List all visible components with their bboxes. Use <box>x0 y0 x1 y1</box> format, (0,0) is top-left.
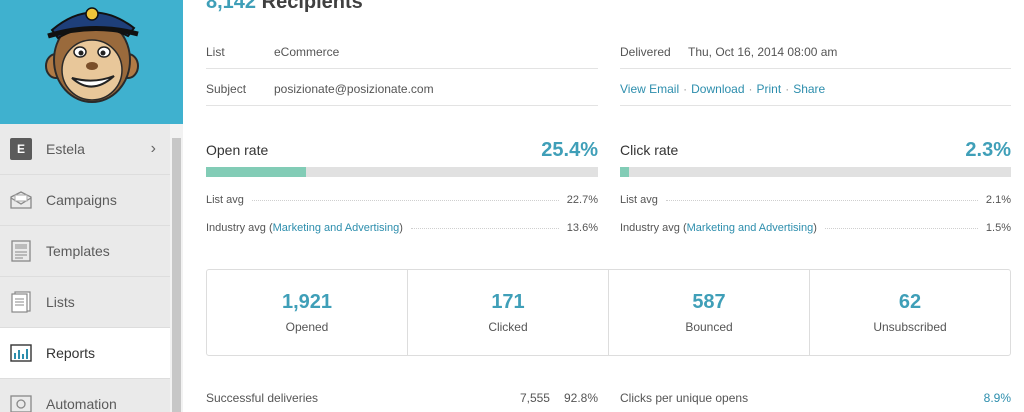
automation-icon <box>10 393 32 412</box>
open-industry-avg-row: Industry avg (Marketing and Advertising)… <box>206 218 598 238</box>
click-industry-avg-row: Industry avg (Marketing and Advertising)… <box>620 218 1011 238</box>
template-icon <box>10 240 32 262</box>
view-email-link[interactable]: View Email <box>620 82 679 96</box>
stat-label: Clicked <box>488 320 528 334</box>
stat-number: 587 <box>692 291 726 313</box>
account-name: Estela <box>46 141 85 157</box>
list-label: List <box>206 44 225 59</box>
account-badge: E <box>10 138 32 160</box>
click-list-avg-label: List avg <box>620 194 658 206</box>
open-industry-link[interactable]: Marketing and Advertising <box>273 222 400 234</box>
sidebar-scrollbar[interactable] <box>170 124 183 412</box>
recipients-label: Recipients <box>261 0 363 13</box>
click-rate-title: Click rate <box>620 142 679 158</box>
sidebar-item-templates[interactable]: Templates <box>0 226 170 277</box>
logo-area[interactable] <box>0 0 183 124</box>
click-list-avg-value: 2.1% <box>985 194 1011 206</box>
deliveries-row: Successful deliveries 7,555 92.8% <box>206 388 598 408</box>
download-link[interactable]: Download <box>691 82 744 96</box>
delivered-value: Thu, Oct 16, 2014 08:00 am <box>688 44 838 59</box>
stat-number: 1,921 <box>281 291 333 313</box>
scrollbar-thumb[interactable] <box>172 138 181 412</box>
open-rate-bar <box>206 167 598 177</box>
open-rate-value: 25.4% <box>541 139 598 161</box>
sidebar-nav: E Estela › Campaigns Templates Lists Rep… <box>0 124 170 412</box>
sidebar-item-label: Campaigns <box>46 192 117 208</box>
sidebar-item-automation[interactable]: Automation <box>0 379 170 412</box>
stat-unsubscribed[interactable]: 62 Unsubscribed <box>810 270 1010 355</box>
click-rate-value: 2.3% <box>965 139 1011 161</box>
stat-clicked[interactable]: 171 Clicked <box>408 270 609 355</box>
share-link[interactable]: Share <box>793 82 825 96</box>
open-rate-bar-fill <box>206 167 306 177</box>
stat-bounced[interactable]: 587 Bounced <box>609 270 810 355</box>
sidebar-item-campaigns[interactable]: Campaigns <box>0 175 170 226</box>
sidebar-item-reports[interactable]: Reports <box>0 328 170 379</box>
sidebar-item-label: Templates <box>46 243 110 259</box>
open-industry-avg-value: 13.6% <box>566 222 598 234</box>
envelope-icon <box>10 189 32 211</box>
list-icon <box>10 291 32 313</box>
open-list-avg-label: List avg <box>206 194 244 206</box>
freddie-monkey-logo-icon <box>45 7 139 103</box>
email-actions-row: View Email · Download · Print · Share <box>620 72 1011 106</box>
open-rate-title: Open rate <box>206 142 269 158</box>
delivered-label: Delivered <box>620 44 671 59</box>
list-row: List eCommerce <box>206 35 598 69</box>
industry-suffix: ) <box>813 222 817 234</box>
stat-label: Bounced <box>685 320 733 334</box>
stat-opened[interactable]: 1,921 Opened <box>207 270 408 355</box>
stat-number: 62 <box>898 291 922 313</box>
clicks-per-open-value: 8.9% <box>983 391 1011 405</box>
stats-panel: 1,921 Opened 171 Clicked 587 Bounced 62 … <box>206 269 1011 356</box>
subject-value: posizionate@posizionate.com <box>274 81 434 96</box>
click-list-avg-row: List avg 2.1% <box>620 190 1011 210</box>
open-list-avg-row: List avg 22.7% <box>206 190 598 210</box>
stat-number: 171 <box>491 291 525 313</box>
clicks-per-open-label: Clicks per unique opens <box>620 391 749 405</box>
delivered-row: Delivered Thu, Oct 16, 2014 08:00 am <box>620 35 1011 69</box>
open-list-avg-value: 22.7% <box>566 194 598 206</box>
subject-label: Subject <box>206 81 247 96</box>
deliveries-label: Successful deliveries <box>206 391 319 405</box>
industry-suffix: ) <box>399 222 403 234</box>
recipients-heading: 8,142 Recipients <box>206 0 363 14</box>
click-industry-link[interactable]: Marketing and Advertising <box>687 222 814 234</box>
recipients-count: 8,142 <box>206 0 257 13</box>
sidebar: E Estela › Campaigns Templates Lists Rep… <box>0 0 183 412</box>
industry-prefix: Industry avg ( <box>620 222 687 234</box>
deliveries-percent: 92.8% <box>563 391 598 405</box>
subject-row: Subject posizionate@posizionate.com <box>206 72 598 106</box>
sidebar-item-label: Automation <box>46 396 117 412</box>
list-value: eCommerce <box>274 44 340 59</box>
print-link[interactable]: Print <box>757 82 782 96</box>
click-rate-bar <box>620 167 1011 177</box>
stat-label: Opened <box>285 320 329 334</box>
sidebar-account-estela[interactable]: E Estela › <box>0 124 170 175</box>
sidebar-item-label: Lists <box>46 294 75 310</box>
click-industry-avg-value: 1.5% <box>985 222 1011 234</box>
industry-prefix: Industry avg ( <box>206 222 273 234</box>
clicks-per-open-row: Clicks per unique opens 8.9% <box>620 388 1011 408</box>
chevron-right-icon: › <box>150 140 156 157</box>
deliveries-count: 7,555 <box>519 391 550 405</box>
sidebar-item-label: Reports <box>46 345 96 361</box>
click-rate-bar-fill <box>620 167 629 177</box>
stat-label: Unsubscribed <box>873 320 947 334</box>
sidebar-item-lists[interactable]: Lists <box>0 277 170 328</box>
bar-chart-icon <box>10 342 32 364</box>
open-industry-avg-label: Industry avg (Marketing and Advertising) <box>206 222 403 234</box>
click-industry-avg-label: Industry avg (Marketing and Advertising) <box>620 222 817 234</box>
